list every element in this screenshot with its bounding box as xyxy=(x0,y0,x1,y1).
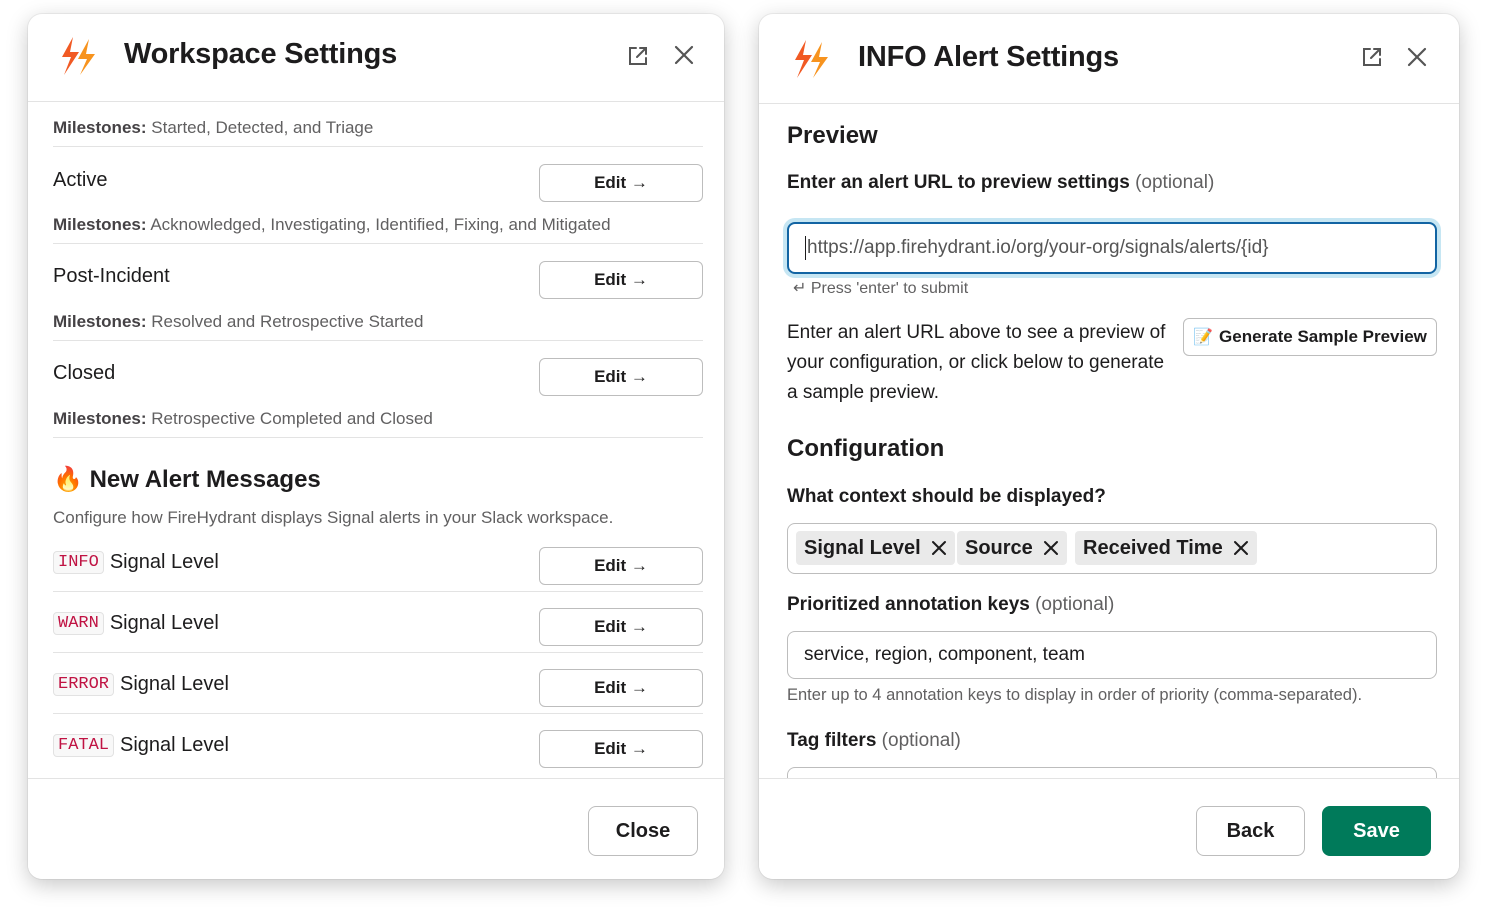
edit-fatal-button[interactable]: Edit → xyxy=(539,730,703,768)
chip-received-time: Received Time xyxy=(1075,531,1257,565)
fire-icon: 🔥 xyxy=(53,466,83,493)
signal-level-row-info: INFO Signal Level xyxy=(53,551,219,574)
close-button[interactable]: Close xyxy=(588,806,698,856)
alert-url-input[interactable]: https://app.firehydrant.io/org/your-org/… xyxy=(787,222,1437,274)
preview-heading: Preview xyxy=(787,122,878,149)
alert-section-title: 🔥 New Alert Messages xyxy=(53,466,321,493)
level-badge: WARN xyxy=(53,612,104,635)
configuration-heading: Configuration xyxy=(787,435,945,462)
annotation-label: Prioritized annotation keys (optional) xyxy=(787,594,1115,615)
workspace-settings-modal: Workspace Settings Milestones: Started, … xyxy=(28,14,724,879)
close-icon[interactable] xyxy=(671,42,697,68)
annotation-keys-input[interactable]: service, region, component, team xyxy=(787,631,1437,679)
stage-title-closed: Closed xyxy=(53,362,116,384)
chip-source: Source xyxy=(957,531,1067,565)
divider xyxy=(53,146,703,147)
milestones-text: Milestones: Resolved and Retrospective S… xyxy=(53,312,424,331)
annotation-help: Enter up to 4 annotation keys to display… xyxy=(787,686,1363,704)
edit-warn-button[interactable]: Edit → xyxy=(539,608,703,646)
milestones-text: Milestones: Started, Detected, and Triag… xyxy=(53,118,374,137)
submit-hint: ↵ Press 'enter' to submit xyxy=(793,280,969,297)
divider xyxy=(53,243,703,244)
context-label: What context should be displayed? xyxy=(787,486,1106,507)
divider xyxy=(53,437,703,438)
signal-level-row-error: ERROR Signal Level xyxy=(53,673,229,696)
memo-icon: 📝 xyxy=(1193,329,1214,346)
firehydrant-logo-icon xyxy=(795,40,828,78)
milestones-text: Milestones: Retrospective Completed and … xyxy=(53,409,433,428)
close-icon[interactable] xyxy=(1404,44,1430,70)
divider xyxy=(53,340,703,341)
save-button[interactable]: Save xyxy=(1322,806,1431,856)
modal-body: Milestones: Started, Detected, and Triag… xyxy=(28,102,724,779)
generate-sample-preview-button[interactable]: 📝 Generate Sample Preview xyxy=(1183,318,1437,356)
text-cursor xyxy=(805,236,806,260)
divider xyxy=(53,591,703,592)
edit-info-button[interactable]: Edit → xyxy=(539,547,703,585)
level-badge: ERROR xyxy=(53,673,115,696)
remove-chip-icon[interactable] xyxy=(1043,540,1059,556)
level-badge: INFO xyxy=(53,551,104,574)
chip-signal-level: Signal Level xyxy=(796,531,955,565)
modal-title: INFO Alert Settings xyxy=(858,41,1119,73)
milestones-text: Milestones: Acknowledged, Investigating,… xyxy=(53,215,611,234)
signal-level-row-warn: WARN Signal Level xyxy=(53,612,219,635)
edit-post-incident-button[interactable]: Edit → xyxy=(539,261,703,299)
preview-description: Enter an alert URL above to see a previe… xyxy=(787,322,1166,403)
open-external-icon[interactable] xyxy=(625,43,651,69)
modal-body: Preview Enter an alert URL to preview se… xyxy=(759,104,1459,780)
back-button[interactable]: Back xyxy=(1196,806,1305,856)
divider xyxy=(53,652,703,653)
edit-active-button[interactable]: Edit → xyxy=(539,164,703,202)
edit-error-button[interactable]: Edit → xyxy=(539,669,703,707)
stage-title-active: Active xyxy=(53,169,108,191)
edit-closed-button[interactable]: Edit → xyxy=(539,358,703,396)
remove-chip-icon[interactable] xyxy=(1233,540,1249,556)
stage-title-post-incident: Post-Incident xyxy=(53,265,170,287)
modal-footer: Back Save xyxy=(759,778,1459,879)
context-multiselect[interactable]: Signal Level Source Received Time xyxy=(787,523,1437,574)
modal-header: Workspace Settings xyxy=(28,14,724,102)
modal-footer: Close xyxy=(28,778,724,879)
alert-section-description: Configure how FireHydrant displays Signa… xyxy=(53,508,614,527)
modal-title: Workspace Settings xyxy=(124,38,398,70)
firehydrant-logo-icon xyxy=(62,37,95,75)
remove-chip-icon[interactable] xyxy=(931,540,947,556)
tag-filters-label: Tag filters (optional) xyxy=(787,730,961,751)
open-external-icon[interactable] xyxy=(1359,44,1385,70)
url-label: Enter an alert URL to preview settings (… xyxy=(787,172,1215,193)
modal-header: INFO Alert Settings xyxy=(759,14,1459,104)
info-alert-settings-modal: INFO Alert Settings Preview Enter an ale… xyxy=(759,14,1459,879)
level-badge: FATAL xyxy=(53,734,115,757)
signal-level-row-fatal: FATAL Signal Level xyxy=(53,734,229,757)
divider xyxy=(53,713,703,714)
